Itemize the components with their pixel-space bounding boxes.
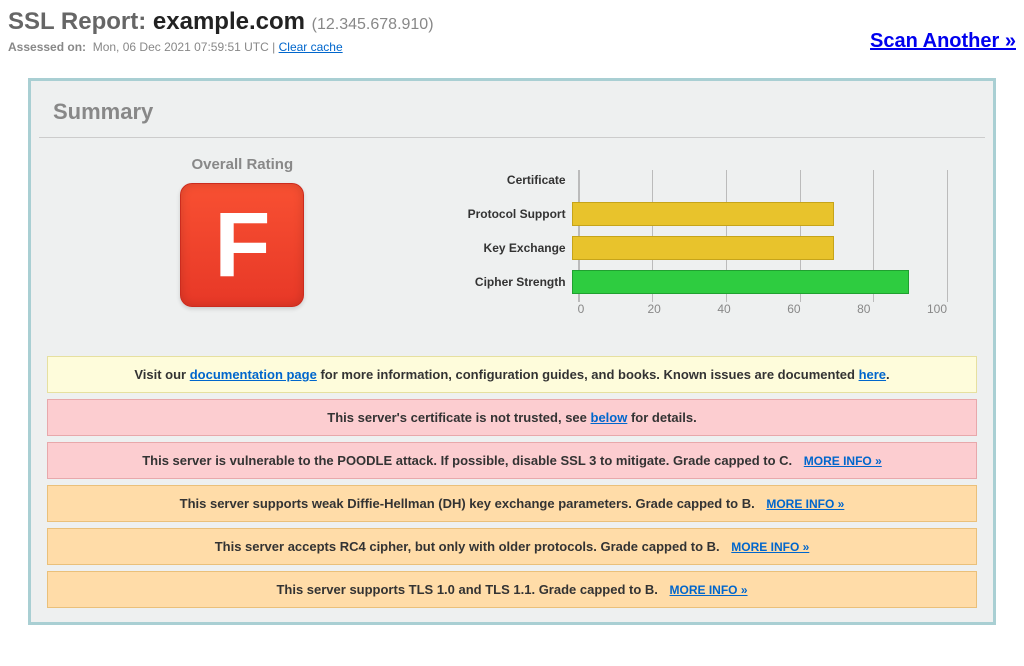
below-link[interactable]: below: [591, 410, 628, 425]
assessed-timestamp: Mon, 06 Dec 2021 07:59:51 UTC: [93, 40, 269, 54]
banner-documentation: Visit our documentation page for more in…: [47, 356, 977, 393]
chart-row-protocol: Protocol Support: [438, 200, 977, 227]
more-info-link[interactable]: MORE INFO »: [766, 497, 844, 511]
summary-panel: Summary Overall Rating F: [28, 78, 996, 625]
axis-tick: 20: [647, 302, 717, 316]
chart-row-certificate: Certificate: [438, 166, 977, 193]
chart-label: Cipher Strength: [438, 275, 572, 289]
summary-heading: Summary: [39, 89, 985, 138]
chart-bar: [572, 236, 835, 260]
chart-label: Protocol Support: [438, 207, 572, 221]
axis-tick: 100: [927, 302, 947, 316]
chart-label: Certificate: [438, 173, 572, 187]
chart-x-axis: 0 20 40 60 80 100: [578, 302, 947, 316]
ratings-chart: Certificate Protocol Support Key Exchang…: [438, 156, 977, 326]
assessed-label: Assessed on:: [8, 40, 86, 54]
grade-letter: F: [214, 193, 270, 298]
page-title: SSL Report: example.com (12.345.678.910): [8, 8, 434, 36]
grade-badge: F: [180, 183, 304, 307]
axis-tick: 0: [578, 302, 648, 316]
chart-row-keyexchange: Key Exchange: [438, 234, 977, 261]
banner-rc4: This server accepts RC4 cipher, but only…: [47, 528, 977, 565]
banner-cert-not-trusted: This server's certificate is not trusted…: [47, 399, 977, 436]
title-prefix: SSL Report:: [8, 8, 153, 35]
more-info-link[interactable]: MORE INFO »: [731, 540, 809, 554]
axis-tick: 40: [717, 302, 787, 316]
banner-poodle: This server is vulnerable to the POODLE …: [47, 442, 977, 479]
report-domain: example.com: [153, 8, 305, 35]
chart-bar: [572, 202, 835, 226]
more-info-link[interactable]: MORE INFO »: [804, 454, 882, 468]
banner-tls: This server supports TLS 1.0 and TLS 1.1…: [47, 571, 977, 608]
clear-cache-link[interactable]: Clear cache: [279, 40, 343, 54]
scan-another-link[interactable]: Scan Another »: [870, 30, 1016, 53]
axis-tick: 60: [787, 302, 857, 316]
chart-label: Key Exchange: [438, 241, 572, 255]
known-issues-link[interactable]: here: [859, 367, 886, 382]
chart-row-cipher: Cipher Strength: [438, 268, 977, 295]
axis-tick: 80: [857, 302, 927, 316]
banner-dh: This server supports weak Diffie-Hellman…: [47, 485, 977, 522]
overall-rating-label: Overall Rating: [47, 156, 438, 173]
chart-bar: [572, 270, 910, 294]
more-info-link[interactable]: MORE INFO »: [670, 583, 748, 597]
report-ip: (12.345.678.910): [312, 16, 434, 33]
documentation-link[interactable]: documentation page: [190, 367, 317, 382]
assessed-line: Assessed on: Mon, 06 Dec 2021 07:59:51 U…: [8, 40, 434, 54]
